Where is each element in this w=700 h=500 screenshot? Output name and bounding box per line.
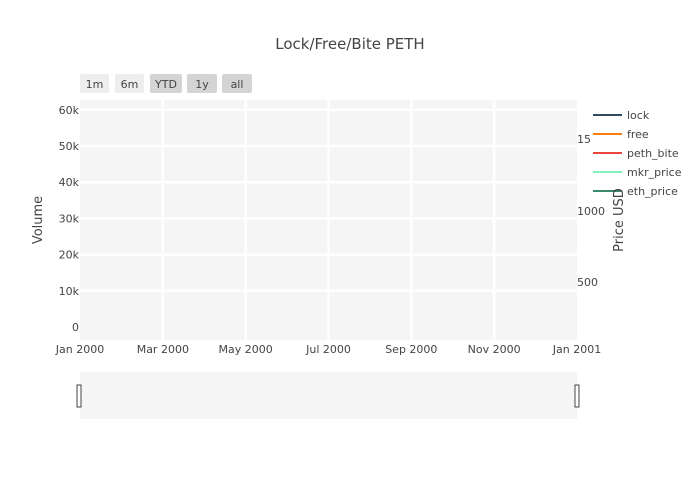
range-button-label: 1y — [195, 78, 209, 91]
legend-item-free[interactable]: free — [593, 128, 649, 141]
x-tick-label: Sep 2000 — [385, 343, 437, 356]
range-button-label: 1m — [86, 78, 104, 91]
range-button-all[interactable]: all — [222, 74, 252, 93]
legend-label: free — [627, 128, 649, 141]
chart-canvas: Lock/Free/Bite PETH 1m 6m YTD 1y all 0 10k 20k… — [31, 35, 682, 419]
y-tick-label: 30k — [59, 212, 80, 225]
y-tick-label: 40k — [59, 176, 80, 189]
legend: lock free peth_bite mkr_price eth_price — [593, 109, 682, 198]
legend-label: peth_bite — [627, 147, 679, 160]
range-button-label: 6m — [121, 78, 139, 91]
y-axis: 0 10k 20k 30k 40k 50k 60k — [59, 104, 80, 334]
range-button-ytd[interactable]: YTD — [150, 74, 182, 93]
y-axis-title: Volume — [31, 196, 46, 244]
y-tick-label: 10k — [59, 285, 80, 298]
range-button-1m[interactable]: 1m — [80, 74, 109, 93]
y2-tick-label: 500 — [577, 276, 598, 289]
legend-label: eth_price — [627, 185, 678, 198]
y2-tick-label: 15 — [577, 133, 591, 146]
range-slider[interactable] — [76, 372, 580, 419]
x-tick-label: Jul 2000 — [305, 343, 351, 356]
range-button-label: all — [231, 78, 244, 91]
chart-title: Lock/Free/Bite PETH — [275, 35, 424, 53]
legend-item-lock[interactable]: lock — [593, 109, 650, 122]
x-tick-label: Nov 2000 — [468, 343, 521, 356]
legend-label: mkr_price — [627, 166, 682, 179]
range-button-6m[interactable]: 6m — [115, 74, 144, 93]
y2-axis: 500 1000 15 — [577, 133, 605, 289]
y2-tick-label: 1000 — [577, 205, 605, 218]
range-slider-track — [80, 372, 577, 419]
range-slider-handle-left[interactable] — [76, 384, 82, 408]
x-axis: Jan 2000 Mar 2000 May 2000 Jul 2000 Sep 2000… — [55, 343, 601, 356]
y-tick-label: 60k — [59, 104, 80, 117]
range-slider-handle-right[interactable] — [574, 384, 580, 408]
range-button-label: YTD — [154, 78, 177, 91]
x-tick-label: Jan 2000 — [55, 343, 104, 356]
x-tick-label: May 2000 — [219, 343, 273, 356]
range-selector: 1m 6m YTD 1y all — [80, 74, 252, 93]
range-button-1y[interactable]: 1y — [187, 74, 217, 93]
legend-item-eth-price[interactable]: eth_price — [593, 185, 678, 198]
x-tick-label: Jan 2001 — [552, 343, 601, 356]
y-tick-label: 50k — [59, 140, 80, 153]
y-tick-label: 0 — [72, 321, 79, 334]
legend-label: lock — [627, 109, 650, 122]
legend-item-peth-bite[interactable]: peth_bite — [593, 147, 679, 160]
x-tick-label: Mar 2000 — [137, 343, 189, 356]
y2-axis-title: Price USD — [612, 188, 627, 252]
legend-item-mkr-price[interactable]: mkr_price — [593, 166, 682, 179]
y-tick-label: 20k — [59, 249, 80, 262]
